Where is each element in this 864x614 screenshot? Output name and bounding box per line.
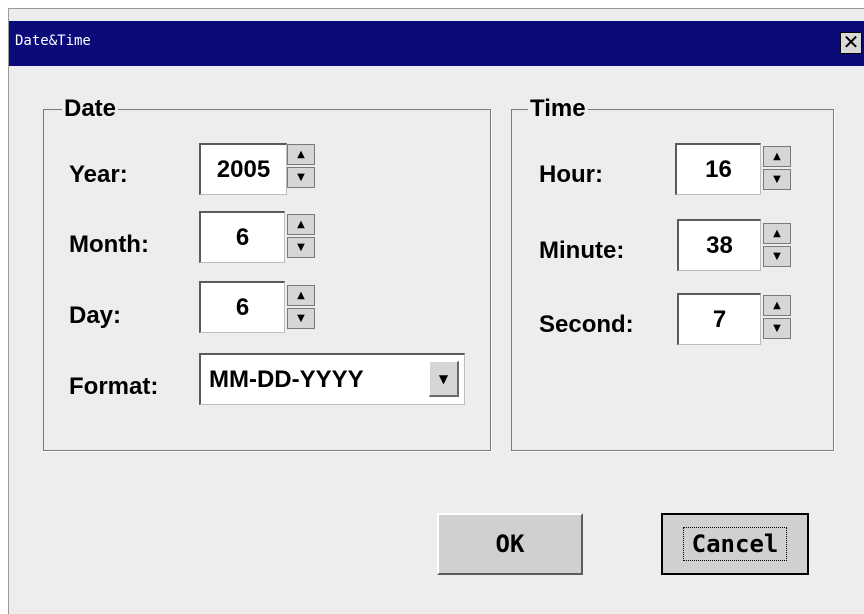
month-input[interactable]: 6 <box>199 211 285 263</box>
arrow-down-icon: ▼ <box>297 242 305 253</box>
minute-down-button[interactable]: ▼ <box>763 246 791 267</box>
cancel-button[interactable]: Cancel <box>661 513 809 575</box>
month-spinner: ▲ ▼ <box>287 214 315 258</box>
minute-input[interactable]: 38 <box>677 219 761 271</box>
hour-down-button[interactable]: ▼ <box>763 169 791 190</box>
day-down-button[interactable]: ▼ <box>287 308 315 329</box>
arrow-up-icon: ▲ <box>773 300 781 311</box>
second-label: Second: <box>539 311 634 338</box>
arrow-up-icon: ▲ <box>297 219 305 230</box>
minute-spinner: ▲ ▼ <box>763 223 791 267</box>
title-bar[interactable]: Date&Time ✕ <box>9 21 864 66</box>
date-time-dialog: Date&Time ✕ Date Year: 2005 ▲ ▼ Month: 6… <box>8 8 864 614</box>
second-input[interactable]: 7 <box>677 293 761 345</box>
close-button[interactable]: ✕ <box>840 32 862 54</box>
day-up-button[interactable]: ▲ <box>287 285 315 306</box>
arrow-up-icon: ▲ <box>297 149 305 160</box>
ok-button[interactable]: OK <box>437 513 583 575</box>
month-label: Month: <box>69 231 149 258</box>
hour-input[interactable]: 16 <box>675 143 761 195</box>
hour-label: Hour: <box>539 161 603 188</box>
arrow-down-icon: ▼ <box>773 323 781 334</box>
year-down-button[interactable]: ▼ <box>287 167 315 188</box>
second-up-button[interactable]: ▲ <box>763 295 791 316</box>
day-label: Day: <box>69 302 122 329</box>
arrow-up-icon: ▲ <box>773 151 781 162</box>
day-spinner: ▲ ▼ <box>287 285 315 329</box>
second-down-button[interactable]: ▼ <box>763 318 791 339</box>
ok-button-label: OK <box>495 530 525 558</box>
year-spinner: ▲ ▼ <box>287 144 315 188</box>
minute-label: Minute: <box>539 237 625 264</box>
second-spinner: ▲ ▼ <box>763 295 791 339</box>
arrow-down-icon: ▼ <box>297 313 305 324</box>
cancel-button-label: Cancel <box>682 527 788 561</box>
minute-up-button[interactable]: ▲ <box>763 223 791 244</box>
hour-spinner: ▲ ▼ <box>763 146 791 190</box>
year-up-button[interactable]: ▲ <box>287 144 315 165</box>
format-select[interactable]: MM-DD-YYYY <box>199 353 465 405</box>
arrow-up-icon: ▲ <box>297 290 305 301</box>
hour-up-button[interactable]: ▲ <box>763 146 791 167</box>
arrow-down-icon: ▼ <box>773 174 781 185</box>
year-label: Year: <box>69 161 128 188</box>
year-input[interactable]: 2005 <box>199 143 287 195</box>
date-group-label: Date <box>62 95 119 122</box>
day-input[interactable]: 6 <box>199 281 285 333</box>
arrow-up-icon: ▲ <box>773 228 781 239</box>
month-up-button[interactable]: ▲ <box>287 214 315 235</box>
time-group-label: Time <box>528 95 588 122</box>
close-icon: ✕ <box>842 30 860 54</box>
format-value: MM-DD-YYYY <box>209 365 364 393</box>
format-label: Format: <box>69 373 159 400</box>
arrow-down-icon: ▼ <box>773 251 781 262</box>
arrow-down-icon: ▼ <box>297 172 305 183</box>
window-title: Date&Time <box>15 33 91 49</box>
format-dropdown-button[interactable]: ▼ <box>429 361 459 397</box>
month-down-button[interactable]: ▼ <box>287 237 315 258</box>
chevron-down-icon: ▼ <box>438 371 449 386</box>
